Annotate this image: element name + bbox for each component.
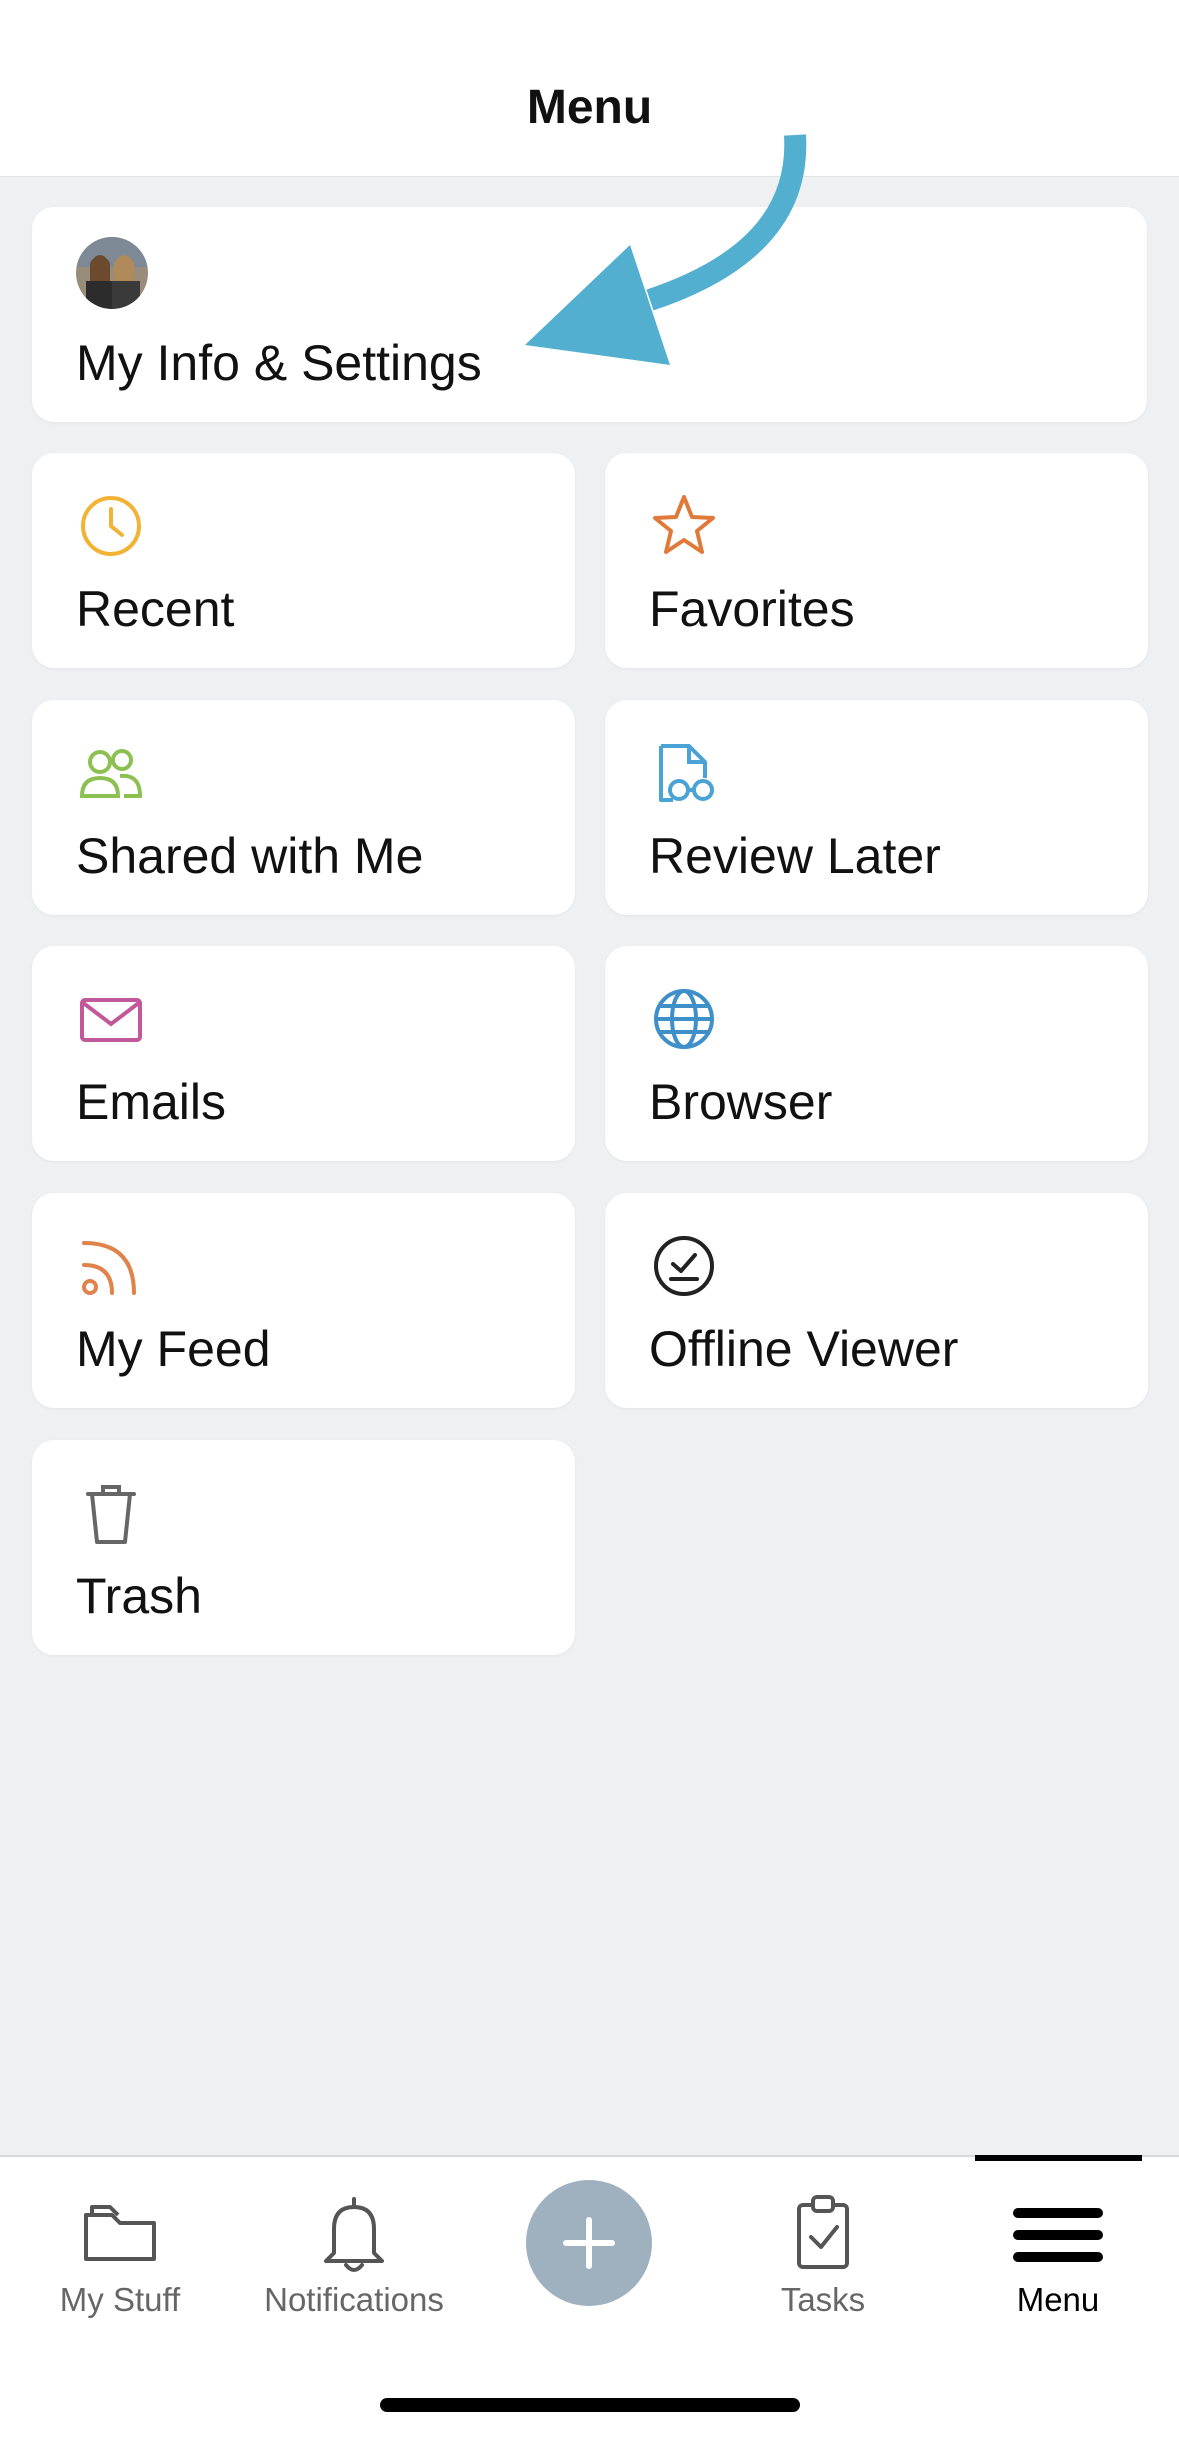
- bell-icon: [324, 2197, 384, 2272]
- add-button[interactable]: [526, 2180, 652, 2306]
- menu-item-review-later[interactable]: Review Later: [605, 700, 1148, 915]
- menu-item-offline-viewer[interactable]: Offline Viewer: [605, 1193, 1148, 1408]
- document-glasses-icon: [659, 744, 714, 802]
- menu-item-trash[interactable]: Trash: [32, 1440, 575, 1655]
- menu-item-label: Shared with Me: [76, 828, 424, 884]
- tab-label: Tasks: [780, 2281, 866, 2318]
- people-icon: [79, 749, 143, 798]
- menu-item-label: Recent: [76, 581, 235, 637]
- menu-item-label: Review Later: [649, 828, 941, 884]
- menu-item-label: Offline Viewer: [649, 1321, 959, 1377]
- menu-item-recent[interactable]: Recent: [32, 453, 575, 668]
- plus-icon: [563, 2217, 615, 2269]
- rss-icon: [82, 1241, 136, 1295]
- my-info-settings-card[interactable]: My Info & Settings: [32, 207, 1147, 422]
- menu-item-label: My Feed: [76, 1321, 271, 1377]
- folder-icon: [84, 2205, 156, 2261]
- tab-label: Menu: [1016, 2281, 1100, 2318]
- menu-item-favorites[interactable]: Favorites: [605, 453, 1148, 668]
- offline-check-icon: [654, 1236, 714, 1296]
- trash-icon: [86, 1485, 136, 1544]
- tab-tasks[interactable]: Tasks: [723, 2157, 923, 2337]
- star-icon: [653, 495, 715, 554]
- hamburger-icon: [1013, 2208, 1103, 2262]
- tab-my-stuff[interactable]: My Stuff: [20, 2157, 220, 2337]
- page-title: Menu: [526, 81, 653, 134]
- clipboard-check-icon: [797, 2195, 849, 2269]
- tab-label: My Stuff: [59, 2281, 181, 2318]
- my-info-settings-label: My Info & Settings: [76, 335, 482, 391]
- menu-item-shared-with-me[interactable]: Shared with Me: [32, 700, 575, 915]
- active-tab-indicator: [975, 2155, 1142, 2161]
- menu-item-label: Browser: [649, 1074, 833, 1130]
- menu-item-emails[interactable]: Emails: [32, 946, 575, 1161]
- menu-item-label: Favorites: [649, 581, 855, 637]
- menu-item-my-feed[interactable]: My Feed: [32, 1193, 575, 1408]
- home-indicator: [380, 2398, 800, 2412]
- globe-icon: [654, 989, 714, 1049]
- header: Menu: [0, 0, 1179, 177]
- tab-label: Notifications: [264, 2281, 444, 2318]
- clock-icon: [81, 496, 141, 556]
- tab-notifications[interactable]: Notifications: [254, 2157, 454, 2337]
- avatar: [76, 237, 148, 309]
- menu-item-browser[interactable]: Browser: [605, 946, 1148, 1161]
- menu-item-label: Emails: [76, 1074, 227, 1130]
- menu-item-label: Trash: [76, 1568, 202, 1624]
- tab-menu[interactable]: Menu: [958, 2157, 1158, 2337]
- envelope-icon: [80, 998, 142, 1042]
